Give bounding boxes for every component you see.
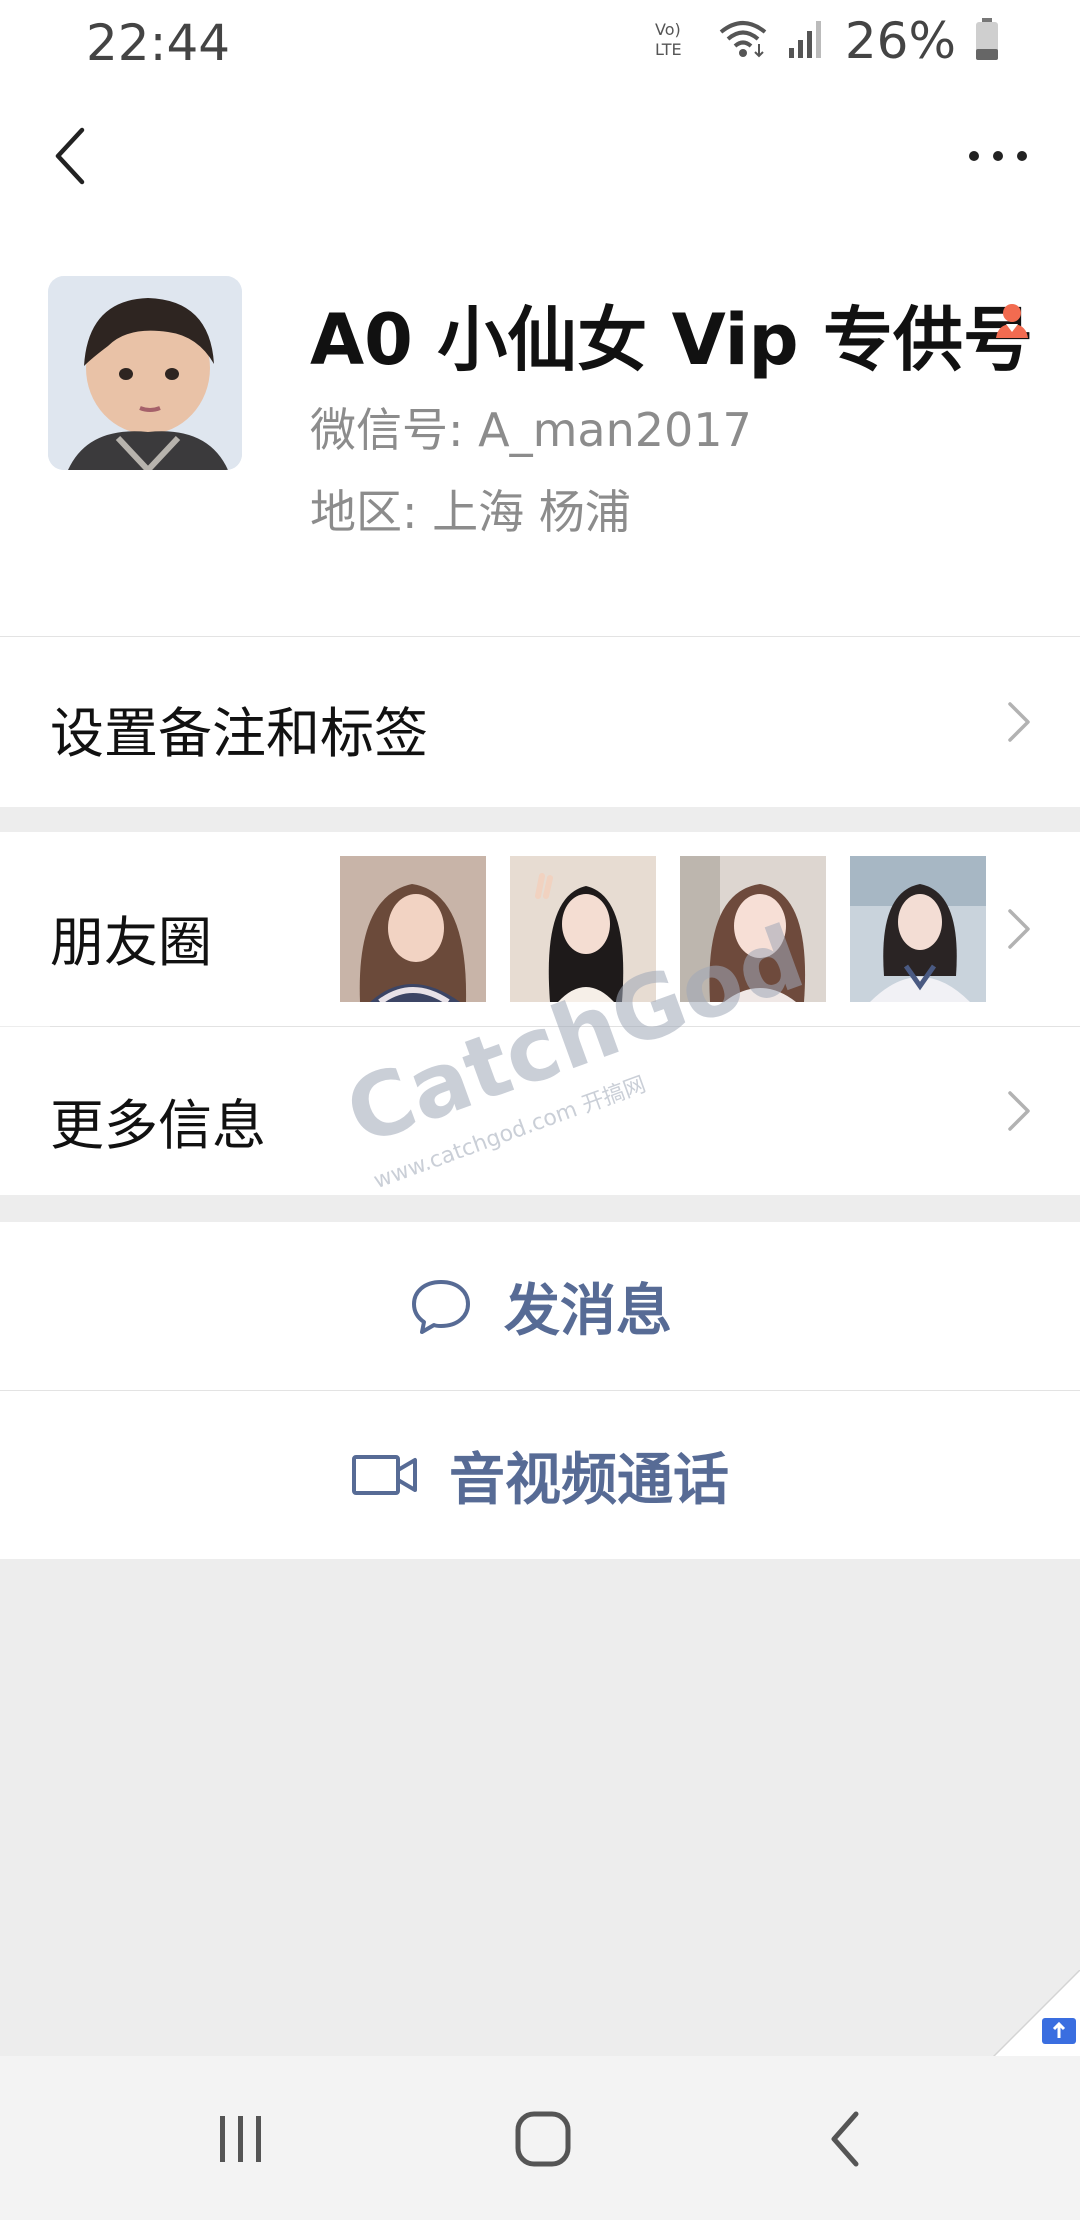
recent-apps-button[interactable] [206, 2104, 276, 2174]
remark-tags-label: 设置备注和标签 [50, 702, 428, 765]
recent-apps-icon [220, 2116, 261, 2162]
region: 地区: 上海 杨浦 [310, 485, 631, 539]
battery-percent: 26% [844, 12, 956, 70]
chevron-right-icon [1008, 1091, 1030, 1131]
home-button[interactable] [508, 2104, 578, 2174]
send-message-label: 发消息 [504, 1278, 672, 1344]
more-button[interactable] [962, 120, 1034, 192]
battery-icon [974, 17, 1000, 65]
svg-text:Vo): Vo) [655, 20, 681, 39]
wechat-id: 微信号: A_man2017 [310, 403, 752, 457]
video-call-button[interactable]: 音视频通话 [0, 1391, 1080, 1559]
status-icons: Vo) LTE 26% [653, 12, 1000, 70]
chevron-right-icon [1008, 702, 1030, 742]
home-icon [515, 2111, 571, 2167]
profile-header: A0 小仙女 Vip 专供号 微信号: A_man2017 地区: 上海 杨浦 [0, 228, 1080, 636]
chevron-left-icon [831, 2111, 859, 2167]
signal-icon [787, 18, 827, 64]
video-call-label: 音视频通话 [449, 1447, 729, 1513]
more-info-label: 更多信息 [50, 1094, 266, 1157]
chat-bubble-icon [412, 1280, 470, 1334]
back-button[interactable] [36, 120, 108, 192]
chevron-right-icon [1008, 909, 1030, 949]
volte-icon: Vo) LTE [653, 19, 699, 63]
moments-photo [340, 856, 486, 1002]
svg-text:LTE: LTE [655, 40, 682, 59]
more-dots-icon [969, 151, 1027, 161]
page-corner-icon[interactable] [989, 1969, 1080, 2061]
system-navigation-bar [0, 2056, 1080, 2220]
status-bar: 22:44 Vo) LTE 26% [0, 0, 1080, 84]
system-back-button[interactable] [812, 2104, 882, 2174]
video-camera-icon [352, 1455, 417, 1495]
chevron-left-icon [55, 127, 85, 185]
avatar[interactable] [48, 276, 242, 470]
send-message-button[interactable]: 发消息 [0, 1222, 1080, 1390]
moments-photo [850, 856, 986, 1002]
female-icon [992, 300, 1032, 340]
wifi-icon [717, 18, 769, 64]
navigation-bar [0, 84, 1080, 228]
contact-name: A0 小仙女 Vip 专供号 [310, 299, 1034, 381]
status-time: 22:44 [86, 14, 231, 72]
moments-label: 朋友圈 [50, 911, 212, 974]
remark-tags-row[interactable]: 设置备注和标签 [0, 637, 1080, 807]
